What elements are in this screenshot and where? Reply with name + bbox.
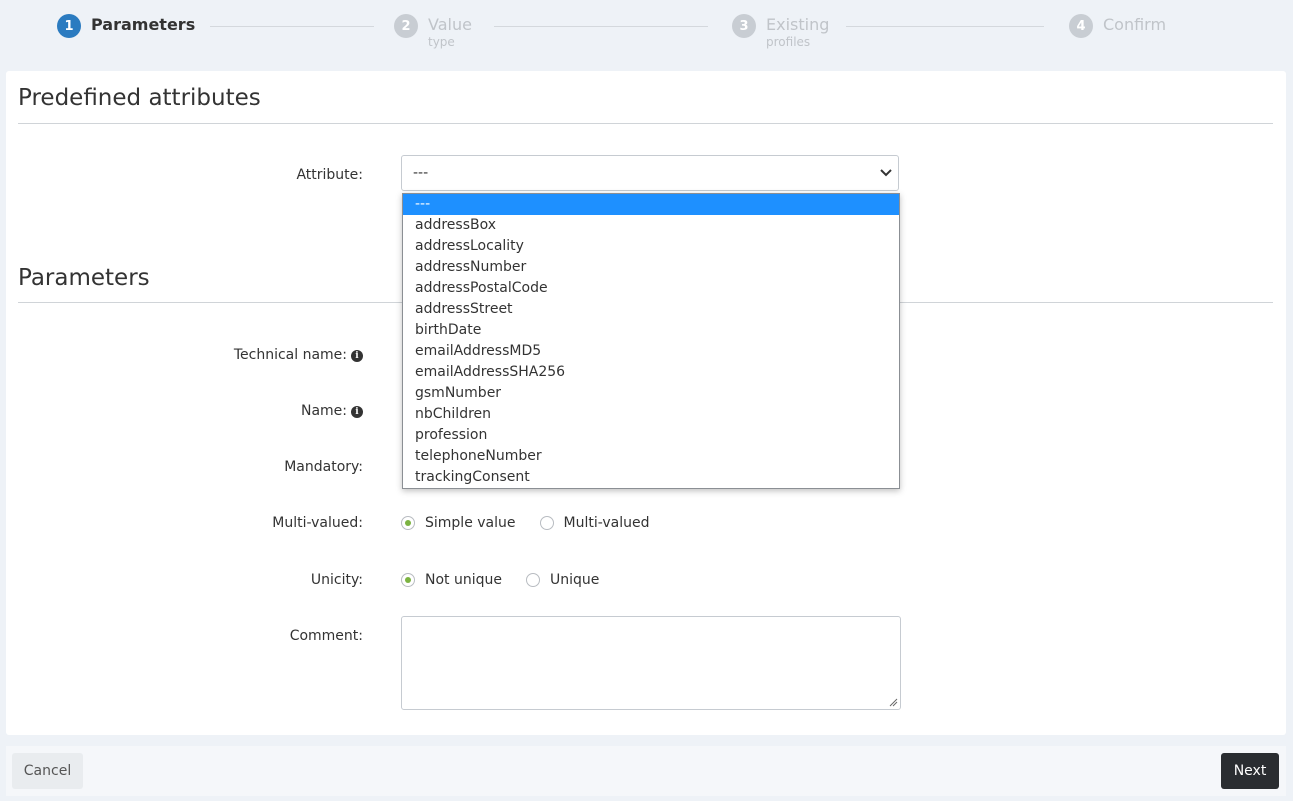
step-connector bbox=[210, 26, 374, 27]
simple-value-radio[interactable] bbox=[401, 516, 415, 530]
section-divider bbox=[18, 123, 1273, 124]
multivalued-radio-group: Simple value Multi-valued bbox=[401, 515, 674, 531]
attribute-option[interactable]: nbChildren bbox=[403, 404, 899, 425]
info-icon[interactable]: i bbox=[351, 406, 363, 418]
step-subtitle: profiles bbox=[766, 35, 811, 49]
attribute-select-value: --- bbox=[413, 165, 429, 181]
step-connector bbox=[494, 26, 708, 27]
cancel-button[interactable]: Cancel bbox=[12, 753, 83, 789]
attribute-label: Attribute: bbox=[296, 167, 363, 183]
attribute-option[interactable]: addressBox bbox=[403, 215, 899, 236]
resize-handle-icon[interactable] bbox=[888, 697, 898, 707]
attribute-option[interactable]: addressStreet bbox=[403, 299, 899, 320]
multi-valued-label[interactable]: Multi-valued bbox=[564, 515, 650, 531]
step-number: 1 bbox=[57, 14, 81, 38]
technical-name-label: Technical name: i bbox=[6, 347, 363, 363]
step-connector bbox=[846, 26, 1044, 27]
chevron-down-icon bbox=[880, 169, 892, 177]
unicity-label: Unicity: bbox=[310, 572, 363, 588]
attribute-option[interactable]: emailAddressMD5 bbox=[403, 341, 899, 362]
name-label-text: Name: bbox=[300, 403, 347, 419]
step-parameters: 1 Parameters bbox=[57, 14, 195, 38]
attribute-option[interactable]: addressNumber bbox=[403, 257, 899, 278]
info-icon[interactable]: i bbox=[351, 350, 363, 362]
attribute-option[interactable]: birthDate bbox=[403, 320, 899, 341]
comment-textarea[interactable] bbox=[401, 616, 901, 710]
step-subtitle: type bbox=[428, 35, 455, 49]
attribute-option[interactable]: emailAddressSHA256 bbox=[403, 362, 899, 383]
not-unique-radio[interactable] bbox=[401, 573, 415, 587]
multivalued-label: Multi-valued: bbox=[272, 515, 363, 531]
comment-label: Comment: bbox=[289, 628, 363, 644]
name-label: Name: i bbox=[6, 403, 363, 419]
multi-valued-radio[interactable] bbox=[539, 516, 554, 530]
attribute-option[interactable]: telephoneNumber bbox=[403, 446, 899, 467]
mandatory-label: Mandatory: bbox=[284, 459, 363, 475]
step-title: Existing bbox=[766, 15, 830, 34]
not-unique-label[interactable]: Not unique bbox=[425, 572, 502, 588]
unicity-radio-group: Not unique Unique bbox=[401, 572, 623, 588]
predefined-attributes-title: Predefined attributes bbox=[18, 85, 261, 111]
step-title: Parameters bbox=[91, 15, 196, 34]
attribute-option[interactable]: addressPostalCode bbox=[403, 278, 899, 299]
form-card: Predefined attributes Attribute: --- ---… bbox=[6, 71, 1286, 735]
unique-radio[interactable] bbox=[526, 573, 540, 587]
attribute-option[interactable]: addressLocality bbox=[403, 236, 899, 257]
step-title: Value bbox=[428, 15, 472, 34]
step-title: Confirm bbox=[1103, 15, 1167, 34]
step-confirm: 4 Confirm bbox=[1069, 14, 1166, 38]
attribute-option[interactable]: trackingConsent bbox=[403, 467, 899, 488]
step-number: 3 bbox=[732, 14, 756, 38]
wizard-stepper: 1 Parameters 2 Value type 3 Existing pro… bbox=[0, 0, 1293, 64]
attribute-option[interactable]: --- bbox=[403, 194, 899, 215]
attribute-select[interactable]: --- bbox=[401, 155, 899, 191]
next-button[interactable]: Next bbox=[1221, 753, 1279, 789]
attribute-option[interactable]: profession bbox=[403, 425, 899, 446]
step-value-type: 2 Value type bbox=[394, 14, 472, 48]
parameters-title: Parameters bbox=[18, 265, 150, 291]
wizard-footer: Cancel Next bbox=[6, 746, 1286, 796]
step-existing-profiles: 3 Existing profiles bbox=[732, 14, 829, 48]
attribute-option[interactable]: gsmNumber bbox=[403, 383, 899, 404]
step-number: 4 bbox=[1069, 14, 1093, 38]
unique-label[interactable]: Unique bbox=[550, 572, 599, 588]
attribute-dropdown-list: --- addressBox addressLocality addressNumbe… bbox=[402, 193, 900, 489]
step-number: 2 bbox=[394, 14, 418, 38]
technical-name-label-text: Technical name: bbox=[233, 347, 347, 363]
simple-value-label[interactable]: Simple value bbox=[425, 515, 516, 531]
